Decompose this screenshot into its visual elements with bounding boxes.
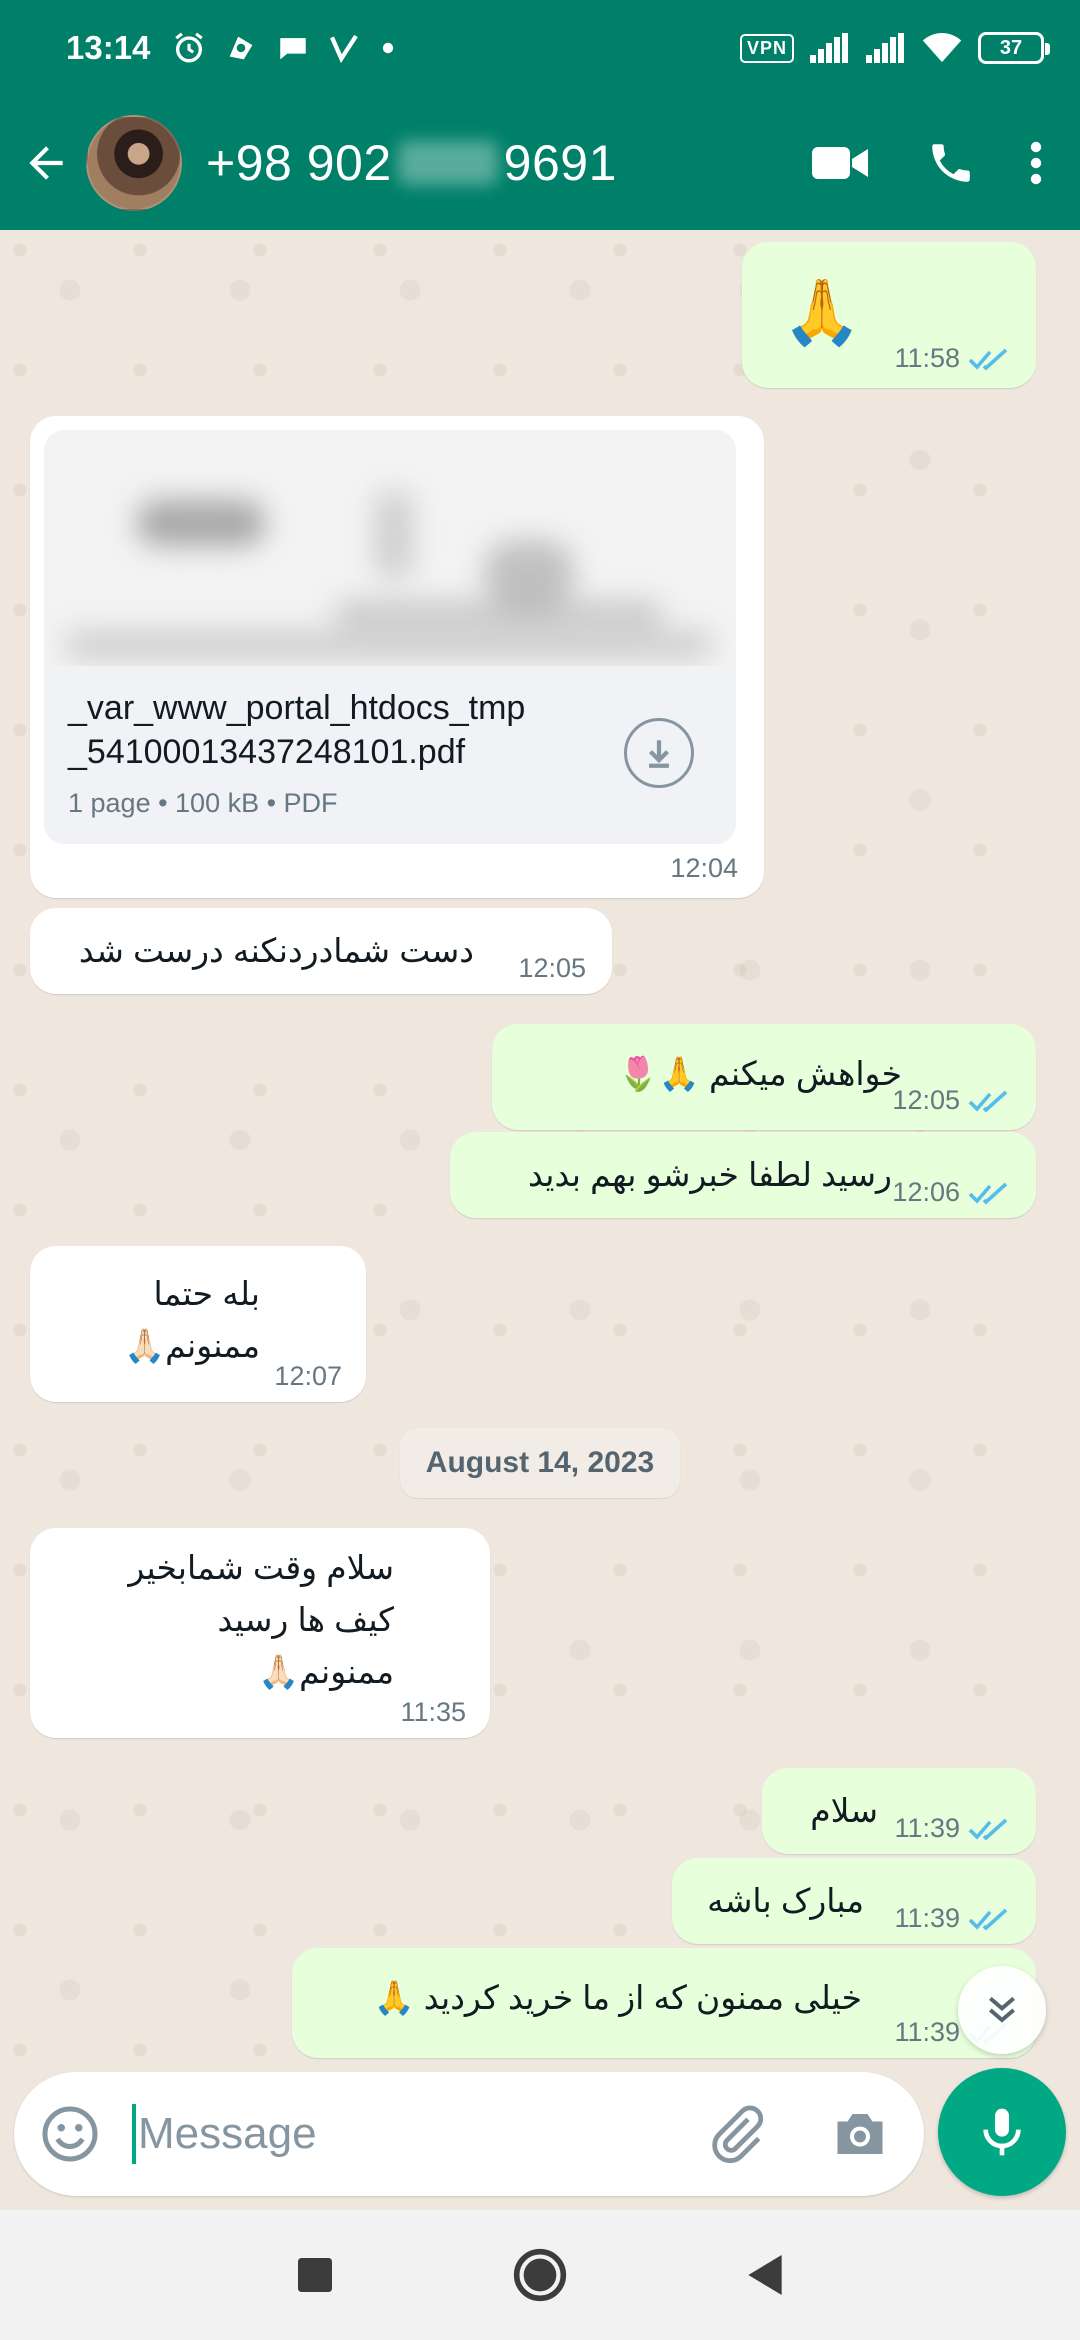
battery-indicator: 37 xyxy=(978,32,1050,64)
read-ticks-icon xyxy=(968,1908,1008,1930)
message-composer xyxy=(14,2072,924,2196)
message-text: سلام وقت شمابخیر کیف ها رسید ممنونم🙏🏻 xyxy=(128,1549,394,1690)
message-time: 11:35 xyxy=(400,1697,466,1727)
message-text: خیلی ممنون که از ما خرید کردید 🙏 xyxy=(373,1979,862,2016)
document-details: 1 page • 100 kB • PDF xyxy=(68,788,338,818)
back-arrow-icon xyxy=(29,146,63,180)
message-bubble-incoming[interactable]: سلام وقت شمابخیر کیف ها رسید ممنونم🙏🏻 11… xyxy=(30,1528,490,1738)
alarm-icon xyxy=(175,32,204,63)
home-button[interactable] xyxy=(505,2240,575,2310)
message-text: سلام xyxy=(810,1792,878,1829)
system-navigation-bar xyxy=(0,2210,1080,2340)
read-ticks-icon xyxy=(968,1182,1008,1204)
message-time: 11:39 xyxy=(894,1903,960,1933)
mic-icon xyxy=(983,2108,1021,2156)
back-button[interactable] xyxy=(6,96,86,230)
back-triangle-icon xyxy=(748,2255,782,2295)
contact-name[interactable]: +98 902 9691 xyxy=(206,134,617,192)
avatar[interactable] xyxy=(86,115,182,211)
status-time: 13:14 xyxy=(66,29,151,66)
download-icon xyxy=(648,740,670,768)
v-icon xyxy=(330,34,359,64)
double-chevron-down-icon xyxy=(989,1996,1015,2023)
message-text: بله حتما ممنونم🙏🏻 xyxy=(124,1275,260,1364)
message-text: رسید لطفا خبرشو بهم بدید xyxy=(527,1156,892,1193)
status-bar: 13:14 VPN 37 xyxy=(0,0,1080,96)
document-info[interactable]: _var_www_portal_htdocs_tmp _541000134372… xyxy=(44,666,736,844)
camera-icon xyxy=(837,2114,883,2154)
recents-button[interactable] xyxy=(280,2240,350,2310)
signal-icon xyxy=(810,33,848,63)
emoji-icon xyxy=(42,2106,98,2162)
date-divider: August 14, 2023 xyxy=(400,1428,680,1498)
message-bubble-outgoing[interactable]: رسید لطفا خبرشو بهم بدید 12:06 xyxy=(450,1132,1036,1218)
document-preview-thumbnail[interactable] xyxy=(44,430,736,666)
redacted-digits xyxy=(397,141,498,185)
contact-number-prefix: +98 902 xyxy=(206,135,392,191)
voice-record-button[interactable] xyxy=(938,2068,1066,2196)
read-ticks-icon xyxy=(968,348,1008,370)
attach-button[interactable] xyxy=(704,2102,768,2171)
signal-icon xyxy=(866,33,904,63)
message-bubble-document[interactable]: _var_www_portal_htdocs_tmp _541000134372… xyxy=(30,416,764,898)
message-text: خواهش میکنم 🙏🌷 xyxy=(617,1055,902,1092)
recents-square-icon xyxy=(298,2258,332,2292)
app-icon xyxy=(230,36,253,60)
message-text: مبارک باشه xyxy=(707,1882,864,1919)
dot-icon xyxy=(383,42,394,54)
message-time: 11:39 xyxy=(894,1813,960,1843)
message-time: 12:05 xyxy=(892,1085,960,1115)
message-bubble-outgoing[interactable]: سلام 11:39 xyxy=(762,1768,1036,1854)
whatsapp-chat-screen: 13:14 VPN 37 +98 902 9691 🙏 11:58 _var_w… xyxy=(0,0,1080,2340)
more-options-button[interactable] xyxy=(1006,96,1066,230)
message-time: 11:39 xyxy=(894,2017,960,2047)
message-bubble-outgoing[interactable]: مبارک باشه 11:39 xyxy=(672,1858,1036,1944)
back-nav-button[interactable] xyxy=(730,2240,800,2310)
contact-number-suffix: 9691 xyxy=(503,135,617,191)
scroll-to-bottom-button[interactable] xyxy=(958,1966,1046,2054)
vpn-badge: VPN xyxy=(739,33,794,63)
chat-header: +98 902 9691 xyxy=(0,96,1080,230)
message-bubble-incoming[interactable]: دست شمادردنکنه درست شد 12:05 xyxy=(30,908,612,994)
camera-button[interactable] xyxy=(830,2104,890,2169)
wifi-icon xyxy=(922,33,962,63)
message-bubble-outgoing[interactable]: خواهش میکنم 🙏🌷 12:05 xyxy=(492,1024,1036,1130)
read-ticks-icon xyxy=(968,1818,1008,1840)
emoji-button[interactable] xyxy=(40,2104,100,2169)
more-vert-icon xyxy=(1030,141,1042,185)
document-filename: _var_www_portal_htdocs_tmp _541000134372… xyxy=(68,689,526,771)
video-call-icon xyxy=(812,147,868,179)
home-circle-icon xyxy=(513,2248,567,2302)
message-bubble-incoming[interactable]: بله حتما ممنونم🙏🏻 12:07 xyxy=(30,1246,366,1402)
voice-call-button[interactable] xyxy=(896,96,1006,230)
message-time: 12:05 xyxy=(518,953,586,983)
chat-icon xyxy=(280,38,307,60)
message-list[interactable]: 🙏 11:58 _var_www_portal_htdocs_tmp _5410… xyxy=(0,230,1080,2070)
message-time: 11:58 xyxy=(894,343,960,373)
message-input[interactable] xyxy=(138,2092,678,2176)
read-ticks-icon xyxy=(968,1090,1008,1112)
message-bubble-outgoing[interactable]: خیلی ممنون که از ما خرید کردید 🙏 11:39 xyxy=(292,1948,1036,2058)
message-bubble-outgoing[interactable]: 🙏 11:58 xyxy=(742,242,1036,388)
download-button[interactable] xyxy=(624,718,694,788)
text-caret xyxy=(132,2104,136,2164)
message-text: 🙏 xyxy=(782,276,862,348)
message-time: 12:07 xyxy=(274,1361,342,1391)
attach-icon xyxy=(712,2105,764,2164)
message-time: 12:06 xyxy=(892,1177,960,1207)
message-text: دست شمادردنکنه درست شد xyxy=(78,932,474,969)
voice-call-icon xyxy=(932,144,970,182)
message-time: 12:04 xyxy=(670,853,738,883)
video-call-button[interactable] xyxy=(786,96,896,230)
